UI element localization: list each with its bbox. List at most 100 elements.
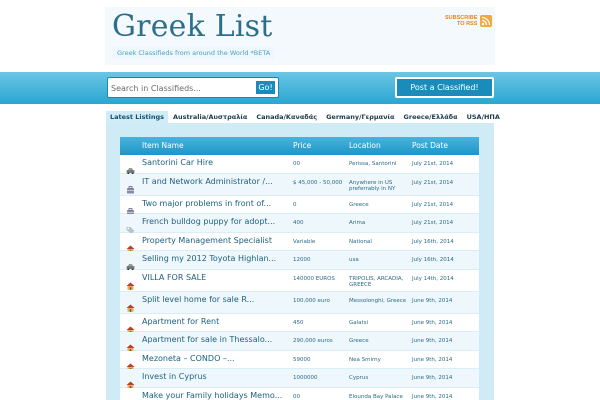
listing-location: usa bbox=[349, 257, 359, 263]
listing-location: TRIPOLIS, ARCADIA, GREECE bbox=[349, 275, 404, 289]
column-item-name: Item Name bbox=[142, 141, 184, 150]
briefcase-icon bbox=[126, 179, 135, 193]
search-box: Go! bbox=[107, 77, 279, 98]
listing-date: July 16th, 2014 bbox=[412, 257, 454, 263]
table-row[interactable]: Mezoneta – CONDO –... 59000 Nea Smirny June… bbox=[120, 350, 479, 371]
listing-date: June 9th, 2014 bbox=[412, 297, 453, 304]
listing-date: July 21st, 2014 bbox=[412, 201, 454, 208]
table-row[interactable]: Selling my 2012 Toyota Highlan... 12000 us… bbox=[120, 251, 479, 271]
table-row[interactable]: Make your Family holidays Memo... 00 Eloun… bbox=[120, 387, 479, 400]
listing-price: 400 bbox=[293, 220, 304, 226]
car-icon bbox=[126, 256, 135, 271]
search-input[interactable] bbox=[111, 81, 253, 95]
listing-title-link[interactable]: IT and Network Administrator /... bbox=[142, 177, 273, 186]
table-row[interactable]: Apartment for Rent 450 Galatsi June 9th, 20… bbox=[120, 313, 479, 334]
listing-price: $ 45,000 - 50,000 bbox=[293, 179, 343, 186]
listing-price: 0 bbox=[293, 201, 297, 208]
listing-price: 290,000 euros bbox=[293, 338, 333, 344]
house-icon bbox=[126, 356, 135, 371]
tab-australia[interactable]: Australia/Αυστραλία bbox=[169, 111, 251, 123]
tab-canada[interactable]: Canada/Καναδάς bbox=[252, 111, 321, 123]
house-icon bbox=[126, 319, 135, 334]
listing-price: 100,000 euro bbox=[293, 297, 330, 304]
listing-date: July 21st, 2014 bbox=[412, 179, 454, 186]
listings-panel: Item Name Price Location Post Date Santo… bbox=[106, 123, 494, 400]
listing-price: Variable bbox=[293, 238, 316, 245]
listing-title-link[interactable]: Invest in Cyprus bbox=[142, 372, 207, 381]
tab-germany[interactable]: Germany/Γερμανία bbox=[322, 111, 398, 123]
table-row[interactable]: Apartment for sale in Thessalo... 290,000… bbox=[120, 332, 479, 352]
listing-location: Arima bbox=[349, 220, 366, 226]
house-icon bbox=[126, 337, 135, 352]
site-header: Greek List Greek Classifieds from around… bbox=[105, 7, 495, 65]
post-classified-button[interactable]: Post a Classified! bbox=[395, 77, 494, 98]
listing-date: June 9th, 2014 bbox=[412, 375, 453, 381]
house-icon bbox=[126, 374, 135, 389]
table-row[interactable]: Santorini Car Hire 00 Perissa, Santorini Ju… bbox=[120, 155, 479, 175]
listing-date: July 21st, 2014 bbox=[412, 220, 454, 226]
listing-date: July 16th, 2014 bbox=[412, 238, 454, 245]
listing-title-link[interactable]: Split level home for sale R... bbox=[142, 295, 254, 304]
tag-icon bbox=[126, 393, 135, 400]
listing-location: Greece bbox=[349, 338, 369, 344]
listing-location: Elounda Bay Palace 720 53 Elounda, Crete… bbox=[349, 393, 403, 400]
table-row[interactable]: Invest in Cyprus 1000000 Cyprus June 9th, 2… bbox=[120, 369, 479, 389]
search-go-button[interactable]: Go! bbox=[255, 80, 276, 95]
briefcase-icon bbox=[126, 201, 135, 215]
tag-icon bbox=[126, 219, 135, 234]
listing-title-link[interactable]: Mezoneta – CONDO –... bbox=[142, 354, 235, 363]
listings-table-header: Item Name Price Location Post Date bbox=[120, 137, 479, 155]
listing-title-link[interactable]: Property Management Specialist bbox=[142, 236, 272, 245]
listing-title-link[interactable]: Santorini Car Hire bbox=[142, 158, 213, 167]
listing-price: 450 bbox=[293, 319, 304, 326]
listing-location: National bbox=[349, 238, 372, 245]
tab-usa[interactable]: USA/ΗΠΑ bbox=[463, 111, 504, 123]
listing-title-link[interactable]: Apartment for sale in Thessalo... bbox=[142, 335, 272, 344]
listing-date: June 9th, 2014 bbox=[412, 393, 453, 400]
listing-date: June 9th, 2014 bbox=[412, 356, 453, 363]
listing-date: June 9th, 2014 bbox=[412, 338, 453, 344]
table-row[interactable]: Split level home for sale R... 100,000 eu… bbox=[120, 291, 479, 314]
listing-title-link[interactable]: Make your Family holidays Memo... bbox=[142, 391, 282, 400]
listing-price: 140000 EUROS bbox=[293, 275, 335, 282]
table-row[interactable]: Two major problems in front of... 0 Greece… bbox=[120, 195, 479, 215]
tab-latest-listings[interactable]: Latest Listings bbox=[106, 111, 169, 123]
listing-title-link[interactable]: VILLA FOR SALE bbox=[142, 273, 206, 282]
region-tabs: Latest Listings Australia/Αυστραλία Cana… bbox=[106, 111, 505, 123]
search-band: Go! Post a Classified! bbox=[0, 72, 600, 104]
column-post-date: Post Date bbox=[412, 141, 449, 150]
listing-title-link[interactable]: Apartment for Rent bbox=[142, 317, 219, 326]
listing-location: Greece bbox=[349, 201, 369, 208]
listing-title-link[interactable]: French bulldog puppy for adopt... bbox=[142, 217, 275, 226]
house-icon bbox=[126, 275, 135, 290]
rss-subscribe-link[interactable]: SUBSCRIBE TO RSS bbox=[445, 15, 493, 27]
listing-price: 1000000 bbox=[293, 375, 318, 381]
listing-location: Nea Smirny bbox=[349, 356, 381, 363]
site-tagline: Greek Classifieds from around the World … bbox=[113, 47, 275, 59]
listing-location: Perissa, Santorini bbox=[349, 161, 397, 167]
listing-location: Galatsi bbox=[349, 319, 369, 326]
listing-price: 12000 bbox=[293, 257, 311, 263]
listing-price: 59000 bbox=[293, 356, 311, 363]
listing-title-link[interactable]: Selling my 2012 Toyota Highlan... bbox=[142, 254, 276, 263]
listing-location: Anywhere in US preferrably in NY bbox=[349, 179, 396, 193]
listing-price: 00 bbox=[293, 161, 300, 167]
table-row[interactable]: VILLA FOR SALE 140000 EUROS TRIPOLIS, ARCA… bbox=[120, 269, 479, 292]
listing-title-link[interactable]: Two major problems in front of... bbox=[142, 199, 271, 208]
listing-date: June 9th, 2014 bbox=[412, 319, 453, 326]
column-location: Location bbox=[349, 141, 381, 150]
table-row[interactable]: IT and Network Administrator /... $ 45,00… bbox=[120, 173, 479, 196]
car-icon bbox=[126, 160, 135, 175]
listing-date: July 14th, 2014 bbox=[412, 275, 454, 282]
house-icon bbox=[126, 238, 135, 253]
listing-price: 00 bbox=[293, 393, 300, 400]
table-row[interactable]: Property Management Specialist Variable Na… bbox=[120, 232, 479, 253]
listing-location: Cyprus bbox=[349, 375, 369, 381]
listings-table-body: Santorini Car Hire 00 Perissa, Santorini Ju… bbox=[120, 155, 479, 400]
listing-location: Messolonghi, Greece bbox=[349, 297, 407, 304]
site-title[interactable]: Greek List bbox=[112, 9, 273, 44]
column-price: Price bbox=[293, 141, 312, 150]
table-row[interactable]: French bulldog puppy for adopt... 400 Arim… bbox=[120, 214, 479, 234]
rss-label: SUBSCRIBE TO RSS bbox=[445, 15, 478, 27]
tab-greece[interactable]: Greece/Ελλάδα bbox=[400, 111, 462, 123]
